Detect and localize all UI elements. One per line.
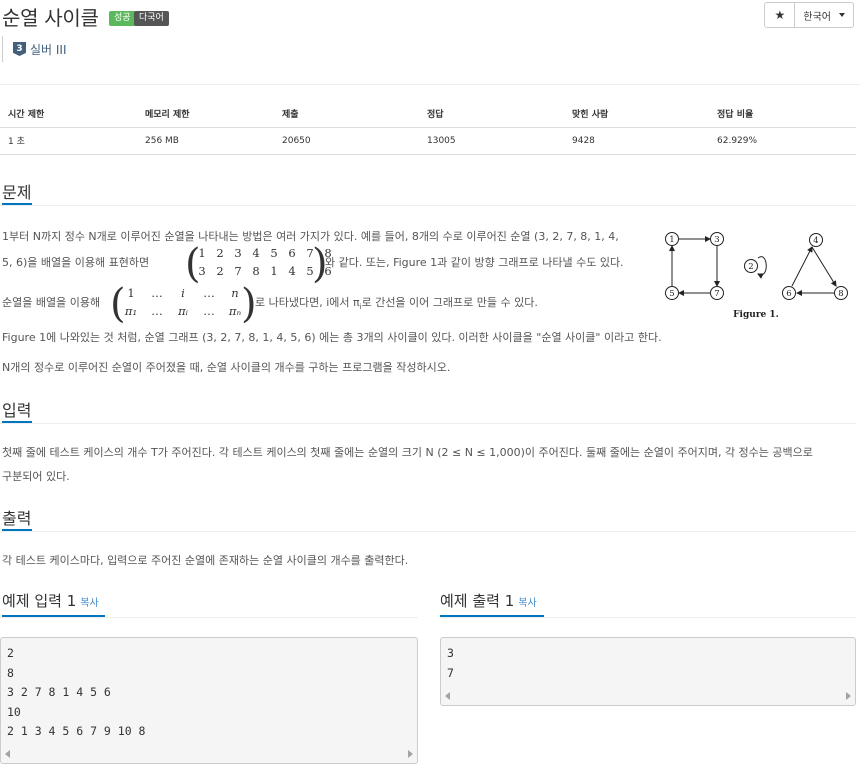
problem-text-line-5: N개의 정수로 이루어진 순열이 주어졌을 때, 순열 사이클의 개수를 구하는…: [2, 361, 451, 374]
star-icon: ★: [774, 8, 786, 22]
sample-output-box[interactable]: 3 7: [440, 637, 856, 706]
language-toolbar: ★ 한국어: [764, 2, 854, 28]
horizontal-scrollbar[interactable]: [5, 748, 413, 760]
copy-sample-input-link[interactable]: 복사: [80, 598, 98, 609]
input-heading: 입력: [2, 401, 32, 420]
figure-caption: Figure 1.: [733, 310, 779, 320]
table-row: 1 초 256 MB 20650 13005 9428 62.929%: [0, 127, 856, 154]
scroll-right-icon[interactable]: [846, 692, 851, 700]
sample-output-rule: [440, 617, 856, 618]
time-limit-value: 1 초: [8, 137, 25, 147]
sample-input-text: 2 8 3 2 7 8 1 4 5 6 10 2 1 3 4 5 6 7 9 1…: [7, 646, 146, 738]
graph-node-label: 2: [748, 262, 753, 272]
problem-heading-rule: [0, 205, 856, 206]
horizontal-scrollbar[interactable]: [445, 690, 851, 702]
scroll-left-icon[interactable]: [445, 692, 450, 700]
sample-input-box[interactable]: 2 8 3 2 7 8 1 4 5 6 10 2 1 3 4 5 6 7 9 1…: [0, 637, 418, 764]
column-header-accepted: 정답: [419, 100, 564, 128]
column-header-submissions: 제출: [274, 100, 419, 128]
problem-text-line-4: Figure 1에 나와있는 것 처럼, 순열 그래프 (3, 2, 7, 8,…: [2, 331, 662, 344]
tier-link[interactable]: 3 실버 III: [2, 36, 67, 62]
copy-sample-output-link[interactable]: 복사: [518, 598, 536, 609]
problem-text-line-2a: 5, 6)을 배열을 이용해 표현하면: [2, 256, 150, 269]
generic-matrix-bottom-row: π₁ … πᵢ … πₙ: [124, 304, 242, 318]
scroll-right-icon[interactable]: [408, 750, 413, 758]
problem-header: 순열 사이클 성공 다국어 ★ 한국어 3 실버 III: [0, 0, 862, 70]
scroll-left-icon[interactable]: [5, 750, 10, 758]
problem-text-line-2b: 와 같다. 또는, Figure 1과 같이 방향 그래프로 나타낼 수도 있다…: [325, 256, 624, 269]
column-header-solvers: 맞힌 사람: [564, 100, 709, 128]
input-text-line-2: 구분되어 있다.: [2, 470, 70, 483]
sample-output-title: 예제 출력 1 복사: [440, 592, 537, 610]
graph-node-label: 7: [714, 289, 719, 299]
star-button[interactable]: ★: [765, 3, 796, 27]
header-divider: [0, 84, 860, 85]
solvers-value: 9428: [572, 135, 595, 146]
graph-node-label: 1: [669, 235, 674, 245]
output-text-line-1: 각 테스트 케이스마다, 입력으로 주어진 순열에 존재하는 순열 사이클의 개…: [2, 554, 409, 567]
graph-node-label: 4: [813, 236, 818, 246]
status-badge-multilang[interactable]: 다국어: [134, 11, 169, 26]
sample-input-title: 예제 입력 1 복사: [2, 592, 99, 610]
generic-matrix-top-row: 1 … i … n: [127, 286, 239, 300]
caret-down-icon: [839, 13, 845, 17]
graph-node-label: 3: [714, 235, 719, 245]
column-header-ratio: 정답 비율: [709, 100, 856, 128]
ratio-value: 62.929%: [717, 135, 758, 146]
accepted-value: 13005: [427, 135, 456, 146]
language-label: 한국어: [803, 11, 831, 23]
output-heading: 출력: [2, 509, 32, 528]
output-heading-rule: [0, 531, 856, 532]
problem-info-table: 시간 제한 메모리 제한 제출 정답 맞힌 사람 정답 비율 1 초 256 M…: [0, 100, 856, 155]
language-dropdown[interactable]: 한국어: [795, 3, 853, 27]
submissions-value: 20650: [282, 135, 311, 146]
tier-label: 실버 III: [30, 42, 67, 57]
permutation-matrix: ( 1 2 3 4 5 6 7 8 3 2 7 8 1 4 5 6 ): [185, 244, 332, 284]
problem-text-line-3: 로 나타냈다면, i에서 πi로 간선을 이어 그래프로 만들 수 있다.: [255, 296, 538, 312]
problem-text-line-3a: 순열을 배열을 이용해: [2, 296, 101, 309]
page-title: 순열 사이클: [2, 6, 99, 30]
column-header-memory-limit: 메모리 제한: [137, 100, 274, 128]
tier-badge-icon: 3: [13, 42, 26, 56]
graph-node-label: 5: [669, 289, 674, 299]
input-heading-rule: [0, 423, 856, 424]
input-text-line-1: 첫째 줄에 테스트 케이스의 개수 T가 주어진다. 각 테스트 케이스의 첫째…: [2, 446, 813, 459]
permutation-graph-figure: 1 3 5 7 2 4 6 8 Figure 1.: [665, 232, 848, 320]
graph-node-label: 6: [786, 289, 791, 299]
sample-output-text: 3 7: [447, 646, 454, 680]
memory-limit-value: 256 MB: [145, 135, 179, 146]
column-header-time-limit: 시간 제한: [0, 100, 137, 128]
problem-heading: 문제: [2, 183, 32, 202]
graph-node-label: 8: [838, 289, 843, 299]
sample-input-rule: [0, 617, 418, 618]
generic-permutation-matrix: ( 1 … i … n π₁ … πᵢ … πₙ ): [110, 281, 257, 327]
status-badge-success: 성공: [109, 11, 136, 26]
